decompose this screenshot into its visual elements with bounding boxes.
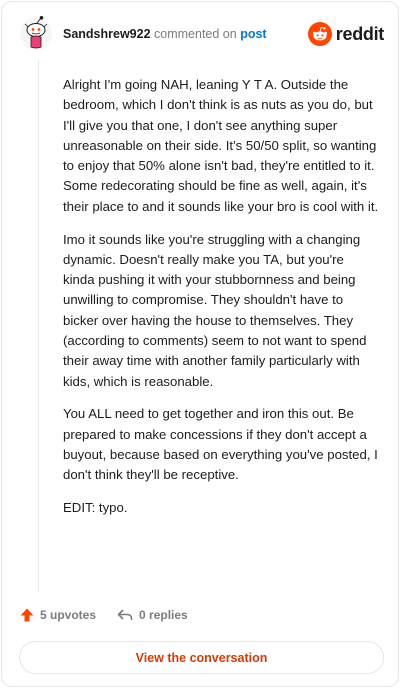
- snoo-avatar-icon: [20, 16, 52, 50]
- post-link[interactable]: post: [240, 27, 266, 41]
- upvote-button[interactable]: 5 upvotes: [19, 607, 96, 623]
- comment-byline: Sandshrew922 commented on post: [63, 27, 267, 41]
- upvote-count: 5 upvotes: [40, 608, 97, 622]
- action-text: commented on: [154, 27, 237, 41]
- comment-card: Sandshrew922 commented on post reddit Al…: [1, 1, 399, 687]
- thread-line: [38, 60, 39, 592]
- comment-body: Alright I'm going NAH, leaning Y T A. Ou…: [63, 75, 379, 531]
- comment-header: Sandshrew922 commented on post reddit: [19, 15, 384, 55]
- username-link[interactable]: Sandshrew922: [63, 27, 151, 41]
- reply-button[interactable]: 0 replies: [116, 607, 188, 623]
- view-conversation-button[interactable]: View the conversation: [19, 641, 384, 674]
- upvote-arrow-icon: [20, 608, 34, 622]
- comment-paragraph: EDIT: typo.: [63, 500, 128, 516]
- avatar[interactable]: [19, 15, 57, 53]
- reddit-snoo-icon: [307, 22, 332, 46]
- comment-paragraph: Alright I'm going NAH, leaning Y T A. Ou…: [63, 77, 379, 214]
- comment-paragraph: Imo it sounds like you're struggling wit…: [63, 231, 367, 389]
- comment-footer: 5 upvotes 0 replies: [19, 607, 188, 623]
- comment-paragraph: You ALL need to get together and iron th…: [63, 406, 378, 483]
- reddit-logo[interactable]: reddit: [307, 22, 385, 46]
- reply-count: 0 replies: [139, 608, 188, 622]
- reply-arrow-icon: [117, 609, 133, 620]
- reddit-wordmark: reddit: [335, 23, 385, 44]
